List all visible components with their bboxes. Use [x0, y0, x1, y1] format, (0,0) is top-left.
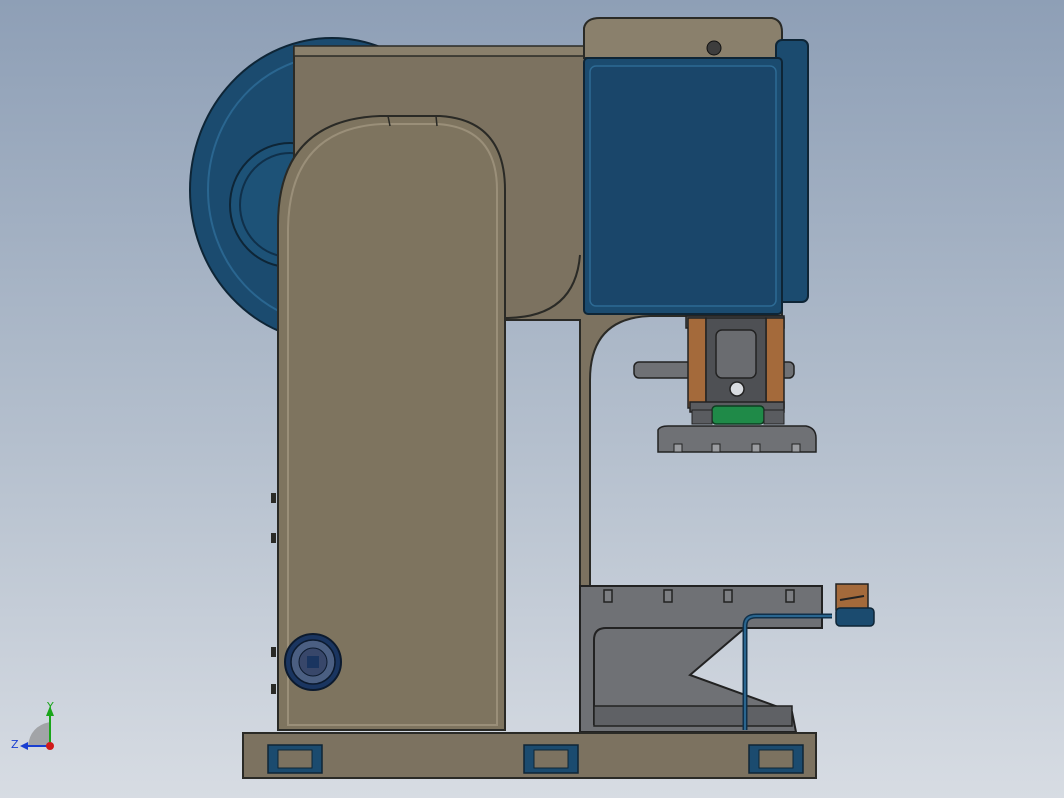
ram-assembly [633, 315, 795, 425]
cad-viewport[interactable]: Y Z [0, 0, 1064, 798]
view-triad[interactable]: Y Z [11, 700, 54, 751]
upper-die-plate [657, 425, 817, 453]
machine-base [242, 732, 817, 779]
x-axis-dot [46, 742, 54, 750]
y-axis-label: Y [46, 700, 54, 713]
vent-grill[interactable] [284, 633, 342, 691]
side-bolts [271, 493, 276, 694]
motor-housing [583, 39, 809, 315]
bolster-table [579, 585, 823, 733]
head-housing [583, 17, 783, 59]
z-axis-label: Z [11, 738, 19, 751]
